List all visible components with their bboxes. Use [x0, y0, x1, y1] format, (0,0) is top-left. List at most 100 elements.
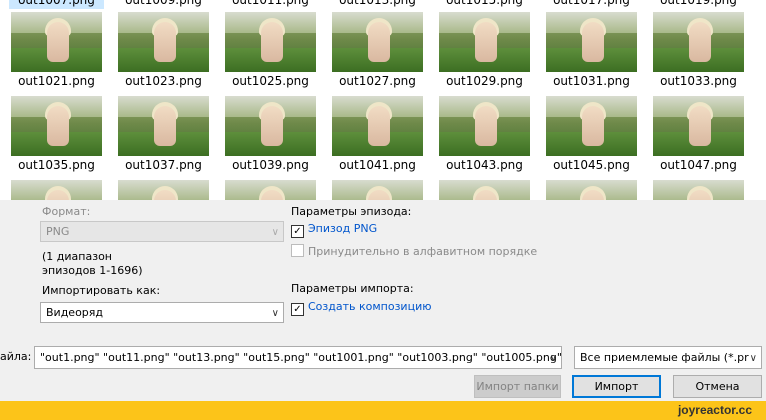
thumbnail-image [653, 96, 744, 156]
file-thumbnail[interactable]: out1039.png [223, 94, 318, 175]
file-name: out1043.png [446, 158, 523, 172]
alpha-order-checkbox[interactable]: Принудительно в алфавитном порядке [291, 244, 537, 259]
thumbnail-image [118, 180, 209, 200]
file-name: out1045.png [553, 158, 630, 172]
thumbnail-image [11, 96, 102, 156]
import-params-label: Параметры импорта: [291, 282, 414, 295]
file-name: out1007.png [18, 0, 95, 7]
file-thumbnail[interactable]: out1037.png [116, 94, 211, 175]
format-select-value: PNG [46, 225, 70, 238]
format-select: PNG ∨ [40, 221, 284, 242]
file-name: out1047.png [660, 158, 737, 172]
file-thumbnail[interactable]: out1021.png [9, 10, 104, 91]
chevron-down-icon: ∨ [271, 308, 279, 319]
file-name: out1011.png [232, 0, 309, 7]
file-thumbnail[interactable]: out1035.png [9, 94, 104, 175]
import-as-select-value: Видеоряд [46, 306, 104, 319]
thumbnail-image [332, 12, 423, 72]
sequence-checkbox-label: Эпизод PNG [308, 222, 378, 235]
thumbnail-image [439, 12, 530, 72]
thumbnail-image [439, 180, 530, 200]
file-thumbnail[interactable]: out1047.png [651, 94, 746, 175]
file-thumbnail[interactable]: out1045.png [544, 94, 639, 175]
chevron-down-icon: ∨ [749, 353, 757, 364]
range-note-line2: эпизодов 1-1696) [42, 264, 143, 277]
checkbox-unchecked-icon [291, 244, 304, 257]
file-type-filter[interactable]: Все приемлемые файлы (*.pr ∨ [574, 346, 762, 369]
file-name: out1029.png [446, 74, 523, 88]
alpha-order-checkbox-label: Принудительно в алфавитном порядке [308, 245, 538, 258]
file-thumbnail[interactable]: out1029.png [437, 10, 532, 91]
file-thumbnail[interactable]: out1013.png [330, 0, 425, 9]
file-thumbnail[interactable]: out1017.png [544, 0, 639, 9]
file-thumbnail[interactable]: out1009.png [116, 0, 211, 9]
file-name: out1023.png [125, 74, 202, 88]
file-thumbnail[interactable]: out1043.png [437, 94, 532, 175]
import-as-select[interactable]: Видеоряд ∨ [40, 302, 284, 323]
file-thumbnail[interactable] [544, 178, 639, 200]
file-name: out1015.png [446, 0, 523, 7]
file-name: out1017.png [553, 0, 630, 7]
file-thumbnail[interactable]: out1023.png [116, 10, 211, 91]
file-thumbnail[interactable] [116, 178, 211, 200]
sequence-checkbox[interactable]: ✓ Эпизод PNG [291, 222, 377, 238]
thumbnail-image [332, 96, 423, 156]
file-name: out1033.png [660, 74, 737, 88]
thumbnail-image [439, 96, 530, 156]
file-thumbnail[interactable] [651, 178, 746, 200]
thumbnail-image [118, 12, 209, 72]
file-name: out1037.png [125, 158, 202, 172]
file-name: out1031.png [553, 74, 630, 88]
file-name: out1035.png [18, 158, 95, 172]
file-thumbnail[interactable] [330, 178, 425, 200]
file-name: out1019.png [660, 0, 737, 7]
file-thumbnail[interactable]: out1019.png [651, 0, 746, 9]
checkbox-checked-icon: ✓ [291, 303, 304, 316]
file-type-filter-value: Все приемлемые файлы (*.pr [580, 351, 749, 364]
watermark-bar: joyreactor.cc [0, 401, 766, 420]
file-thumbnail[interactable] [9, 178, 104, 200]
thumbnail-image [332, 180, 423, 200]
file-name: out1041.png [339, 158, 416, 172]
thumbnail-image [653, 180, 744, 200]
file-thumbnail[interactable] [223, 178, 318, 200]
cancel-button[interactable]: Отмена [673, 375, 762, 398]
thumbnail-image [653, 12, 744, 72]
file-thumbnail[interactable]: out1011.png [223, 0, 318, 9]
import-folder-button[interactable]: Импорт папки [474, 375, 561, 398]
watermark-text: joyreactor.cc [677, 403, 752, 417]
checkbox-checked-icon: ✓ [291, 225, 304, 238]
file-thumbnail-grid[interactable]: out1007.png out1009.png out1011.png out1013… [0, 0, 766, 200]
file-name: out1021.png [18, 74, 95, 88]
thumbnail-image [11, 12, 102, 72]
create-comp-checkbox[interactable]: ✓ Создать композицию [291, 300, 431, 316]
file-name: out1027.png [339, 74, 416, 88]
sequence-params-label: Параметры эпизода: [291, 205, 412, 218]
file-name: out1039.png [232, 158, 309, 172]
filename-input[interactable]: "out1.png" "out11.png" "out13.png" "out1… [34, 346, 562, 369]
import-as-label: Импортировать как: [42, 284, 161, 297]
thumbnail-image [546, 96, 637, 156]
file-thumbnail[interactable]: out1015.png [437, 0, 532, 9]
import-button[interactable]: Импорт [572, 375, 661, 398]
file-thumbnail[interactable]: out1027.png [330, 10, 425, 91]
file-thumbnail[interactable]: out1041.png [330, 94, 425, 175]
file-thumbnail[interactable] [437, 178, 532, 200]
file-name: out1025.png [232, 74, 309, 88]
file-thumbnail[interactable]: out1031.png [544, 10, 639, 91]
thumbnail-image [546, 12, 637, 72]
format-label: Формат: [42, 205, 91, 218]
thumbnail-image [118, 96, 209, 156]
filename-input-value: "out1.png" "out11.png" "out13.png" "out1… [40, 351, 562, 364]
file-name: out1009.png [125, 0, 202, 7]
file-thumbnail[interactable]: out1007.png [9, 0, 104, 9]
create-comp-checkbox-label: Создать композицию [308, 300, 432, 313]
thumbnail-image [225, 96, 316, 156]
thumbnail-image [546, 180, 637, 200]
chevron-down-icon: ∨ [549, 353, 557, 364]
chevron-down-icon: ∨ [271, 227, 279, 238]
file-thumbnail[interactable]: out1025.png [223, 10, 318, 91]
file-thumbnail[interactable]: out1033.png [651, 10, 746, 91]
thumbnail-image [225, 12, 316, 72]
thumbnail-image [11, 180, 102, 200]
